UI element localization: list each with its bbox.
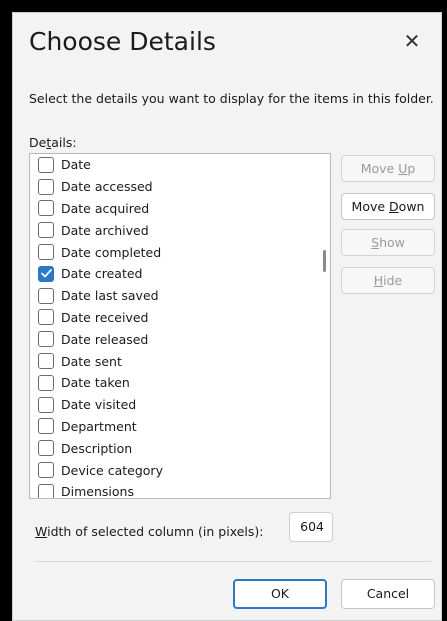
details-list-item-label: Date released bbox=[61, 331, 149, 347]
details-list-item[interactable]: Date sent bbox=[30, 350, 330, 372]
checkbox-checked-icon[interactable] bbox=[38, 265, 54, 282]
hide-post: ide bbox=[383, 273, 403, 288]
details-list-item[interactable]: Date accessed bbox=[30, 176, 330, 198]
show-button[interactable]: Show bbox=[341, 229, 435, 256]
details-list-item-label: Device category bbox=[61, 462, 163, 478]
details-list-item[interactable]: Date completed bbox=[30, 241, 330, 263]
details-list-item-label: Date accessed bbox=[61, 179, 153, 195]
checkbox-icon[interactable] bbox=[38, 331, 54, 348]
details-list-item[interactable]: Department bbox=[30, 416, 330, 438]
checkbox-icon[interactable] bbox=[38, 200, 54, 217]
move-up-pre: Move bbox=[360, 161, 399, 176]
checkbox-icon[interactable] bbox=[38, 287, 54, 304]
checkbox-icon[interactable] bbox=[38, 396, 54, 413]
cancel-button[interactable]: Cancel bbox=[341, 579, 435, 609]
column-width-label-accel: W bbox=[35, 524, 48, 539]
details-list-item[interactable]: Date bbox=[30, 154, 330, 176]
move-down-post: own bbox=[398, 199, 425, 214]
move-down-button[interactable]: Move Down bbox=[341, 193, 435, 220]
details-label: Details: bbox=[29, 135, 77, 150]
details-list-item[interactable]: Description bbox=[30, 437, 330, 459]
details-list-item-label: Date created bbox=[61, 266, 143, 282]
details-list-item-label: Date bbox=[61, 157, 91, 173]
checkbox-icon[interactable] bbox=[38, 178, 54, 195]
details-list-item[interactable]: Date taken bbox=[30, 372, 330, 394]
checkbox-icon[interactable] bbox=[38, 244, 54, 261]
column-width-label-rest: idth of selected column (in pixels): bbox=[47, 524, 264, 539]
move-up-button[interactable]: Move Up bbox=[341, 155, 435, 182]
checkbox-icon[interactable] bbox=[38, 418, 54, 435]
choose-details-dialog: Choose Details ✕ Select the details you … bbox=[12, 12, 442, 621]
show-accel: S bbox=[371, 235, 380, 250]
dialog-title: Choose Details bbox=[29, 27, 216, 56]
details-label-pre: De bbox=[29, 135, 47, 150]
checkbox-icon[interactable] bbox=[38, 353, 54, 370]
ok-button[interactable]: OK bbox=[233, 579, 327, 609]
checkbox-icon[interactable] bbox=[38, 374, 54, 391]
checkbox-icon[interactable] bbox=[38, 309, 54, 326]
checkbox-icon[interactable] bbox=[38, 462, 54, 479]
dialog-description: Select the details you want to display f… bbox=[29, 91, 434, 106]
footer-divider bbox=[35, 561, 431, 562]
hide-accel: H bbox=[373, 273, 384, 288]
details-list-item[interactable]: Device category bbox=[30, 459, 330, 481]
move-down-accel: D bbox=[389, 199, 399, 214]
details-list-item-label: Date received bbox=[61, 309, 149, 325]
details-list-item[interactable]: Date received bbox=[30, 307, 330, 329]
details-list-item-label: Department bbox=[61, 418, 137, 434]
details-list-item-label: Dimensions bbox=[61, 484, 134, 499]
hide-button[interactable]: Hide bbox=[341, 267, 435, 294]
details-label-post: ails: bbox=[51, 135, 77, 150]
listbox-scrollbar-thumb[interactable] bbox=[323, 250, 326, 272]
move-down-pre: Move bbox=[351, 199, 390, 214]
move-up-post: p bbox=[407, 161, 416, 176]
details-list-item[interactable]: Date released bbox=[30, 328, 330, 350]
details-list-item[interactable]: Date created bbox=[30, 263, 330, 285]
details-list-item-label: Date completed bbox=[61, 244, 162, 260]
checkbox-icon[interactable] bbox=[38, 156, 54, 173]
close-icon[interactable]: ✕ bbox=[401, 30, 423, 52]
details-listbox[interactable]: Date Date accessed Date acquired Date archi… bbox=[29, 153, 331, 499]
details-list-item-label: Date acquired bbox=[61, 200, 150, 216]
details-list-item-label: Date sent bbox=[61, 353, 122, 369]
details-list-item-label: Date last saved bbox=[61, 288, 159, 304]
details-list-item-label: Date archived bbox=[61, 222, 149, 238]
column-width-label: Width of selected column (in pixels): bbox=[35, 524, 263, 539]
details-list-item[interactable]: Date acquired bbox=[30, 198, 330, 220]
move-up-accel: U bbox=[398, 161, 408, 176]
checkbox-icon[interactable] bbox=[38, 483, 54, 498]
details-list-item[interactable]: Date archived bbox=[30, 219, 330, 241]
details-list-item[interactable]: Date visited bbox=[30, 394, 330, 416]
checkbox-icon[interactable] bbox=[38, 440, 54, 457]
column-width-input[interactable]: 604 bbox=[289, 512, 333, 542]
show-post: how bbox=[379, 235, 405, 250]
checkbox-icon[interactable] bbox=[38, 222, 54, 239]
details-list-item[interactable]: Date last saved bbox=[30, 285, 330, 307]
details-list-item[interactable]: Dimensions bbox=[30, 481, 330, 499]
details-list-item-label: Date visited bbox=[61, 397, 137, 413]
details-list-item-label: Date taken bbox=[61, 375, 130, 391]
details-list-item-label: Description bbox=[61, 440, 133, 456]
